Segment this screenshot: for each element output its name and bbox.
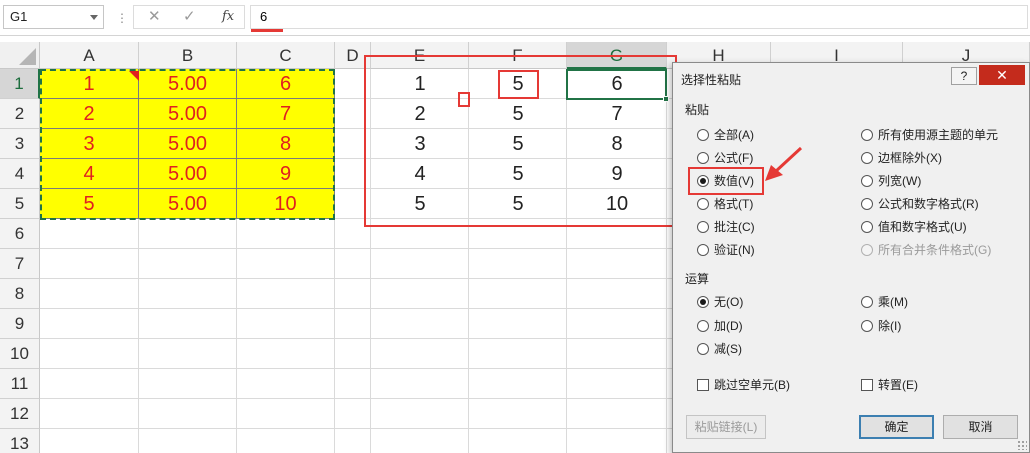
more-vert-icon: ⋮ <box>116 11 128 25</box>
comment-indicator[interactable] <box>129 71 139 81</box>
row-header-11[interactable]: 11 <box>0 369 40 399</box>
check-icon[interactable]: ✓ <box>183 8 196 26</box>
row-header-9[interactable]: 9 <box>0 309 40 339</box>
insert-function-icon[interactable]: fx <box>222 9 234 24</box>
cell-g5[interactable]: 10 <box>567 189 667 219</box>
name-box-value: G1 <box>10 9 28 24</box>
cell-f4[interactable]: 5 <box>469 159 567 189</box>
row-header-8[interactable]: 8 <box>0 279 40 309</box>
row-header-13[interactable]: 13 <box>0 429 40 453</box>
row-header-4[interactable]: 4 <box>0 159 40 189</box>
cell-b3[interactable]: 5.00 <box>139 129 237 159</box>
formula-bar: G1 ⋮ ✕ ✓ fx 6 <box>0 0 1030 36</box>
cell-e3[interactable]: 3 <box>371 129 469 159</box>
cell-e1[interactable]: 1 <box>371 69 469 99</box>
cell-b1[interactable]: 5.00 <box>139 69 237 99</box>
paste-special-dialog: 选择性粘贴 ? ✕ 粘贴 全部(A) 公式(F) 数值(V) 格式(T) 批注(… <box>672 62 1030 453</box>
cell-c5[interactable]: 10 <box>237 189 335 219</box>
cell-a4[interactable]: 4 <box>40 159 139 189</box>
column-header-c[interactable]: C <box>237 42 335 69</box>
cell-a2[interactable]: 2 <box>40 99 139 129</box>
dialog-title: 选择性粘贴 <box>681 73 742 87</box>
paste-link-button[interactable]: 粘贴链接(L) <box>686 415 766 439</box>
cell-e2[interactable]: 2 <box>371 99 469 129</box>
operation-section-label: 运算 <box>685 272 710 286</box>
formula-buttons: ✕ ✓ fx <box>133 5 245 29</box>
column-header-a[interactable]: A <box>40 42 139 69</box>
cell-c4[interactable]: 9 <box>237 159 335 189</box>
chevron-down-icon[interactable] <box>90 15 98 20</box>
cell-g4[interactable]: 9 <box>567 159 667 189</box>
row-header-12[interactable]: 12 <box>0 399 40 429</box>
close-icon[interactable]: ✕ <box>979 65 1025 85</box>
cell-a3[interactable]: 3 <box>40 129 139 159</box>
cell-e4[interactable]: 4 <box>371 159 469 189</box>
formula-input[interactable]: 6 <box>250 5 1028 29</box>
row-header-1[interactable]: 1 <box>0 69 40 99</box>
cell-c1[interactable]: 6 <box>237 69 335 99</box>
help-icon[interactable]: ? <box>951 67 977 85</box>
annotation-arrow-icon <box>765 146 803 181</box>
row-header-5[interactable]: 5 <box>0 189 40 219</box>
cancel-icon[interactable]: ✕ <box>148 8 161 26</box>
column-header-e[interactable]: E <box>371 42 469 69</box>
row-header-6[interactable]: 6 <box>0 219 40 249</box>
paste-section-label: 粘贴 <box>685 103 710 117</box>
column-header-g[interactable]: G <box>567 42 667 69</box>
annotation-underline <box>251 29 283 32</box>
select-all-button[interactable] <box>0 42 40 69</box>
cell-a1[interactable]: 1 <box>40 69 139 99</box>
cell-e5[interactable]: 5 <box>371 189 469 219</box>
column-header-b[interactable]: B <box>139 42 237 69</box>
row-header-3[interactable]: 3 <box>0 129 40 159</box>
cell-b4[interactable]: 5.00 <box>139 159 237 189</box>
column-header-f[interactable]: F <box>469 42 567 69</box>
cell-b2[interactable]: 5.00 <box>139 99 237 129</box>
cell-f5[interactable]: 5 <box>469 189 567 219</box>
row-header-10[interactable]: 10 <box>0 339 40 369</box>
cancel-button[interactable]: 取消 <box>943 415 1018 439</box>
cell-f3[interactable]: 5 <box>469 129 567 159</box>
cell-f1[interactable]: 5 <box>469 69 567 99</box>
column-header-d[interactable]: D <box>335 42 371 69</box>
cell-c2[interactable]: 7 <box>237 99 335 129</box>
row-header-7[interactable]: 7 <box>0 249 40 279</box>
ok-button[interactable]: 确定 <box>859 415 934 439</box>
cell-g1[interactable]: 6 <box>567 69 667 99</box>
name-box[interactable]: G1 <box>3 5 104 29</box>
cell-f2[interactable]: 5 <box>469 99 567 129</box>
cell-g2[interactable]: 7 <box>567 99 667 129</box>
cell-g3[interactable]: 8 <box>567 129 667 159</box>
cell-b5[interactable]: 5.00 <box>139 189 237 219</box>
cell-a5[interactable]: 5 <box>40 189 139 219</box>
cell-c3[interactable]: 8 <box>237 129 335 159</box>
row-header-2[interactable]: 2 <box>0 99 40 129</box>
resize-grip-icon[interactable] <box>1017 440 1027 450</box>
excel-window: G1 ⋮ ✕ ✓ fx 6 A B C D E F G H I J 1 2 3 … <box>0 0 1030 453</box>
